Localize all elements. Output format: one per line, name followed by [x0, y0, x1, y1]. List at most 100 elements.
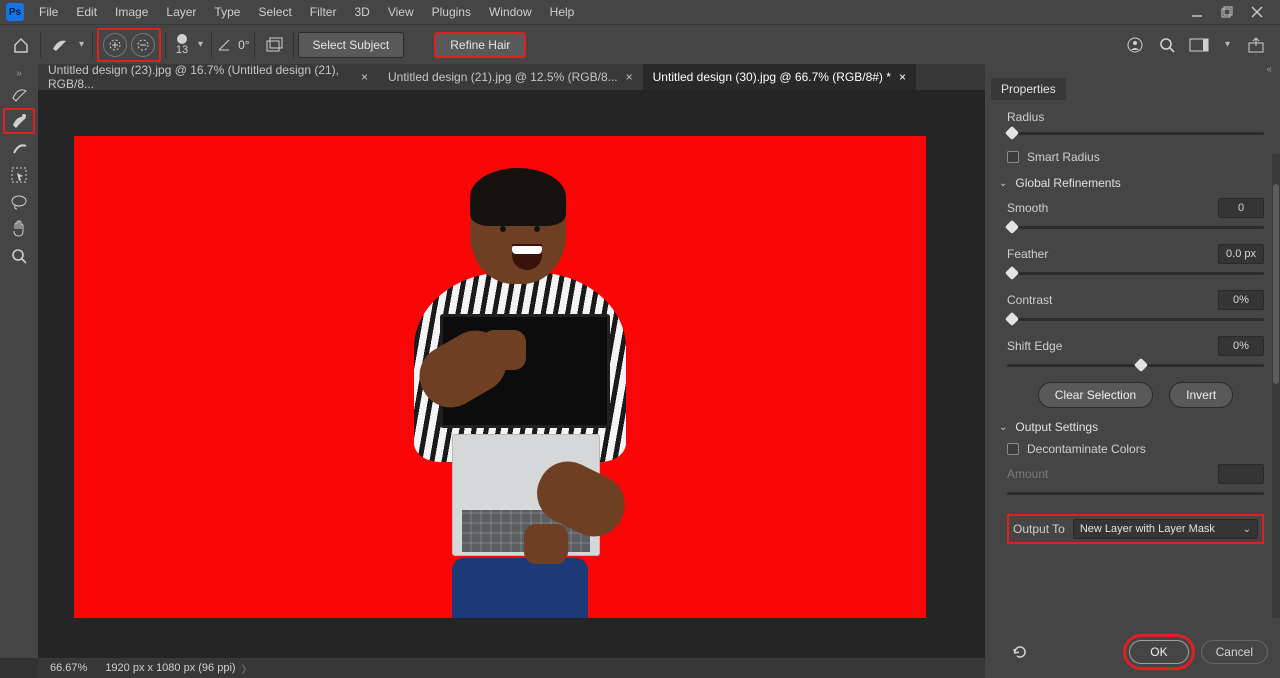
- tool-preset-icon[interactable]: [45, 30, 75, 60]
- ok-button[interactable]: OK: [1129, 640, 1188, 664]
- section-title: Global Refinements: [1015, 176, 1120, 190]
- radius-label: Radius: [1007, 110, 1264, 124]
- contrast-slider[interactable]: [1007, 312, 1264, 326]
- panel-collapse[interactable]: «: [985, 64, 1280, 76]
- brush-picker-dropdown[interactable]: ▾: [194, 39, 207, 50]
- radius-slider[interactable]: [1007, 126, 1264, 140]
- clear-selection-button[interactable]: Clear Selection: [1038, 382, 1153, 408]
- output-settings-header[interactable]: ⌄ Output Settings: [999, 420, 1264, 434]
- shift-edge-slider[interactable]: [1007, 358, 1264, 372]
- select-subject-button[interactable]: Select Subject: [298, 32, 405, 58]
- smart-radius-label: Smart Radius: [1027, 150, 1100, 164]
- menu-layer[interactable]: Layer: [157, 1, 205, 23]
- amount-slider: [1007, 486, 1264, 500]
- menubar: Ps File Edit Image Layer Type Select Fil…: [0, 0, 1280, 24]
- search-icon[interactable]: [1157, 35, 1177, 55]
- status-bar: 66.67% 1920 px x 1080 px (96 ppi) 〉: [38, 658, 985, 678]
- panel-scrollbar[interactable]: [1272, 154, 1280, 618]
- tab-close[interactable]: ×: [899, 70, 906, 84]
- menu-filter[interactable]: Filter: [301, 1, 346, 23]
- panel-footer: OK Cancel: [985, 624, 1280, 678]
- refine-hair-button[interactable]: Refine Hair: [434, 32, 526, 58]
- output-to-value: New Layer with Layer Mask: [1080, 523, 1215, 535]
- output-to-select[interactable]: New Layer with Layer Mask ⌄: [1073, 519, 1258, 539]
- document-tabs: Untitled design (23).jpg @ 16.7% (Untitl…: [38, 64, 985, 90]
- brush-preview-icon: [177, 34, 187, 44]
- menu-help[interactable]: Help: [541, 1, 584, 23]
- window-restore[interactable]: [1220, 5, 1234, 19]
- sample-layers-button[interactable]: [259, 30, 289, 60]
- share-icon[interactable]: [1246, 35, 1266, 55]
- chevron-down-icon: ⌄: [999, 178, 1007, 189]
- cloud-docs-icon[interactable]: [1125, 35, 1145, 55]
- menu-select[interactable]: Select: [249, 1, 300, 23]
- object-select-tool[interactable]: [3, 162, 35, 188]
- smooth-value[interactable]: 0: [1218, 198, 1264, 218]
- app-logo: Ps: [6, 3, 24, 21]
- menu-edit[interactable]: Edit: [67, 1, 106, 23]
- properties-tab[interactable]: Properties: [991, 78, 1066, 100]
- add-mode-button[interactable]: [103, 33, 127, 57]
- amount-value: [1218, 464, 1264, 484]
- menu-3d[interactable]: 3D: [345, 1, 378, 23]
- brush-angle-value: 0°: [238, 38, 249, 52]
- canvas-area[interactable]: [38, 90, 985, 658]
- tab-close[interactable]: ×: [361, 70, 368, 84]
- menu-window[interactable]: Window: [480, 1, 541, 23]
- section-title: Output Settings: [1015, 420, 1098, 434]
- chevron-down-icon: ⌄: [1243, 524, 1251, 535]
- menu-image[interactable]: Image: [106, 1, 157, 23]
- amount-label: Amount: [1007, 467, 1048, 481]
- menu-file[interactable]: File: [30, 1, 67, 23]
- menu-type[interactable]: Type: [205, 1, 249, 23]
- options-bar: ▾ 13 ▾ 0° Select Subject Refine Hair: [0, 24, 1280, 64]
- cancel-button[interactable]: Cancel: [1201, 640, 1268, 664]
- status-flyout[interactable]: 〉: [242, 661, 252, 676]
- tab-label: Untitled design (23).jpg @ 16.7% (Untitl…: [48, 63, 353, 91]
- window-minimize[interactable]: [1190, 5, 1204, 19]
- subject-illustration: [374, 174, 644, 618]
- workspace-switcher[interactable]: [1189, 35, 1209, 55]
- smooth-label: Smooth: [1007, 201, 1048, 215]
- decontaminate-checkbox[interactable]: [1007, 443, 1019, 455]
- tab-label: Untitled design (30).jpg @ 66.7% (RGB/8#…: [653, 70, 891, 84]
- feather-value[interactable]: 0.0 px: [1218, 244, 1264, 264]
- brush-size-display[interactable]: 13: [170, 34, 194, 56]
- subtract-mode-button[interactable]: [131, 33, 155, 57]
- zoom-tool[interactable]: [3, 243, 35, 269]
- quick-select-tool[interactable]: [3, 81, 35, 107]
- window-close[interactable]: [1250, 5, 1264, 19]
- chevron-down-icon: ⌄: [999, 422, 1007, 433]
- contrast-value[interactable]: 0%: [1218, 290, 1264, 310]
- home-button[interactable]: [6, 30, 36, 60]
- smooth-slider[interactable]: [1007, 220, 1264, 234]
- feather-slider[interactable]: [1007, 266, 1264, 280]
- zoom-level[interactable]: 66.67%: [50, 662, 87, 674]
- menu-plugins[interactable]: Plugins: [423, 1, 480, 23]
- brush-angle-control[interactable]: 0°: [216, 37, 249, 53]
- document-tab[interactable]: Untitled design (23).jpg @ 16.7% (Untitl…: [38, 64, 378, 90]
- contrast-label: Contrast: [1007, 293, 1052, 307]
- brush-size-value: 13: [176, 44, 188, 56]
- menu-view[interactable]: View: [379, 1, 423, 23]
- document-tab[interactable]: Untitled design (21).jpg @ 12.5% (RGB/8.…: [378, 64, 643, 90]
- document-canvas[interactable]: [74, 136, 926, 618]
- feather-label: Feather: [1007, 247, 1048, 261]
- workspace-dropdown[interactable]: ▾: [1221, 39, 1234, 50]
- reset-button[interactable]: [1007, 642, 1033, 662]
- global-refinements-header[interactable]: ⌄ Global Refinements: [999, 176, 1264, 190]
- tool-panel: »: [0, 64, 38, 658]
- tab-close[interactable]: ×: [626, 70, 633, 84]
- tool-preset-dropdown[interactable]: ▾: [75, 39, 88, 50]
- smart-radius-checkbox[interactable]: [1007, 151, 1019, 163]
- shift-edge-label: Shift Edge: [1007, 339, 1062, 353]
- invert-button[interactable]: Invert: [1169, 382, 1233, 408]
- shift-edge-value[interactable]: 0%: [1218, 336, 1264, 356]
- hand-tool[interactable]: [3, 216, 35, 242]
- panel-collapse[interactable]: »: [16, 68, 22, 80]
- refine-edge-brush-tool[interactable]: [3, 108, 35, 134]
- document-tab[interactable]: Untitled design (30).jpg @ 66.7% (RGB/8#…: [643, 64, 916, 90]
- angle-icon: [216, 37, 232, 53]
- lasso-tool[interactable]: [3, 189, 35, 215]
- brush-tool[interactable]: [3, 135, 35, 161]
